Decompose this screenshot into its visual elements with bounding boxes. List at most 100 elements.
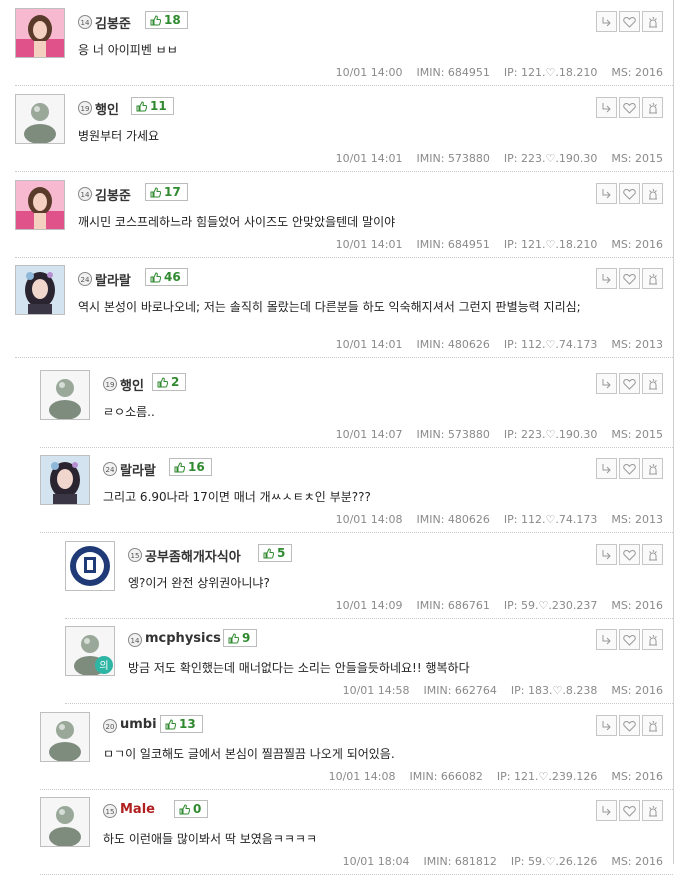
like-button[interactable]: [619, 800, 640, 821]
thumbs-up-icon: [157, 377, 168, 388]
like-button[interactable]: [619, 629, 640, 650]
like-button[interactable]: [619, 97, 640, 118]
report-button[interactable]: [642, 268, 663, 289]
nickname[interactable]: 김봉준: [95, 13, 131, 32]
comment-actions: [596, 715, 663, 736]
meta-ms: MS: 2016: [611, 684, 663, 697]
like-heart-icon: [623, 720, 636, 732]
comment-text: 병원부터 가세요: [78, 129, 160, 143]
comment-text: 엥?이거 완전 상위권아니냐?: [128, 576, 270, 590]
like-button[interactable]: [619, 458, 640, 479]
report-button[interactable]: [642, 458, 663, 479]
meta-ip: IP: 59.♡.230.237: [503, 599, 598, 612]
comment-text: 그리고 6.90나라 17이면 매너 개ㅆㅅㅌㅊ인 부분???: [103, 490, 371, 504]
comment-item: 14 김봉준 17 깨시민 코스프레하느라 힘들었어 사이즈도 안맞았을텐데 말이야 1…: [15, 172, 673, 258]
nickname[interactable]: 행인: [95, 99, 119, 118]
thumbs-up-icon: [136, 101, 147, 112]
meta-ip: IP: 121.♡.18.210: [503, 66, 598, 79]
avatar[interactable]: [40, 370, 90, 420]
avatar[interactable]: [40, 712, 90, 762]
reply-button[interactable]: [596, 458, 617, 479]
report-siren-icon: [648, 273, 657, 284]
reply-button[interactable]: [596, 800, 617, 821]
meta-imin: IMIN: 684951: [416, 238, 490, 251]
meta-date: 10/01 14:01: [335, 238, 403, 251]
avatar[interactable]: [15, 94, 65, 144]
meta-ms: MS: 2016: [611, 66, 663, 79]
avatar[interactable]: [15, 265, 65, 315]
meta-imin: IMIN: 480626: [416, 513, 490, 526]
comment-meta: 10/01 14:58 IMIN: 662764 IP: 183.♡.8.238 MS…: [329, 684, 663, 697]
level-badge: 15: [103, 804, 117, 818]
meta-imin: IMIN: 480626: [416, 338, 490, 351]
avatar[interactable]: [40, 797, 90, 847]
level-badge: 24: [78, 272, 92, 286]
meta-ip: IP: 223.♡.190.30: [503, 428, 598, 441]
nickname[interactable]: 김봉준: [95, 185, 131, 204]
nickname[interactable]: umbi: [120, 717, 157, 732]
meta-ms: MS: 2013: [611, 513, 663, 526]
nickname[interactable]: 랄라랄: [120, 460, 156, 479]
comment-text: 하도 이런애들 많이봐서 딱 보였음ㅋㅋㅋㅋ: [103, 832, 317, 846]
reply-button[interactable]: [596, 11, 617, 32]
reply-button[interactable]: [596, 629, 617, 650]
reply-button[interactable]: [596, 183, 617, 204]
thumbs-up-icon: [150, 272, 161, 283]
reply-button[interactable]: [596, 544, 617, 565]
comment-meta: 10/01 14:01 IMIN: 573880 IP: 223.♡.190.30 M…: [322, 152, 663, 165]
avatar[interactable]: [15, 8, 65, 58]
nickname[interactable]: 행인: [120, 375, 144, 394]
report-button[interactable]: [642, 11, 663, 32]
like-button[interactable]: [619, 183, 640, 204]
like-heart-icon: [623, 634, 636, 646]
avatar[interactable]: [15, 180, 65, 230]
reply-icon: [602, 274, 611, 284]
reply-icon: [602, 464, 611, 474]
comment-actions: [596, 183, 663, 204]
reply-button[interactable]: [596, 268, 617, 289]
meta-date: 10/01 14:58: [342, 684, 410, 697]
like-button[interactable]: [619, 373, 640, 394]
thumbs-up-icon: [174, 462, 185, 473]
nickname[interactable]: 공부좀해개자식아: [145, 546, 241, 565]
report-button[interactable]: [642, 715, 663, 736]
nickname[interactable]: mcphysics: [145, 631, 221, 646]
thumbs-up-icon: [165, 719, 176, 730]
like-button[interactable]: [619, 715, 640, 736]
reply-button[interactable]: [596, 715, 617, 736]
avatar[interactable]: [65, 541, 115, 591]
avatar[interactable]: 의: [65, 626, 115, 676]
report-button[interactable]: [642, 97, 663, 118]
report-button[interactable]: [642, 183, 663, 204]
meta-imin: IMIN: 684951: [416, 66, 490, 79]
meta-ip: IP: 121.♡.239.126: [496, 770, 598, 783]
like-button[interactable]: [619, 268, 640, 289]
nickname[interactable]: Male: [120, 802, 155, 817]
like-heart-icon: [623, 378, 636, 390]
level-badge: 19: [78, 101, 92, 115]
like-heart-icon: [623, 16, 636, 28]
meta-ms: MS: 2015: [611, 152, 663, 165]
meta-ip: IP: 59.♡.26.126: [510, 855, 598, 868]
report-siren-icon: [648, 188, 657, 199]
reply-icon: [602, 103, 611, 113]
reply-icon: [602, 550, 611, 560]
reply-button[interactable]: [596, 373, 617, 394]
report-button[interactable]: [642, 800, 663, 821]
nickname[interactable]: 랄라랄: [95, 270, 131, 289]
report-button[interactable]: [642, 544, 663, 565]
comment-item: 20 umbi 13 ㅁㄱ이 일코해도 글에서 본심이 찔끔찔끔 나오게 되어있음. 1…: [40, 704, 673, 790]
like-heart-icon: [623, 273, 636, 285]
report-button[interactable]: [642, 373, 663, 394]
meta-ms: MS: 2015: [611, 428, 663, 441]
comment-item: 24 랄라랄 46 역시 본성이 바로나오네; 저는 솔직히 몰랐는데 다른분들 하도…: [15, 257, 673, 358]
like-button[interactable]: [619, 544, 640, 565]
meta-ip: IP: 183.♡.8.238: [510, 684, 598, 697]
meta-ms: MS: 2016: [611, 855, 663, 868]
like-button[interactable]: [619, 11, 640, 32]
level-badge: 14: [78, 15, 92, 29]
reply-button[interactable]: [596, 97, 617, 118]
meta-date: 10/01 14:08: [328, 770, 396, 783]
report-button[interactable]: [642, 629, 663, 650]
avatar[interactable]: [40, 455, 90, 505]
